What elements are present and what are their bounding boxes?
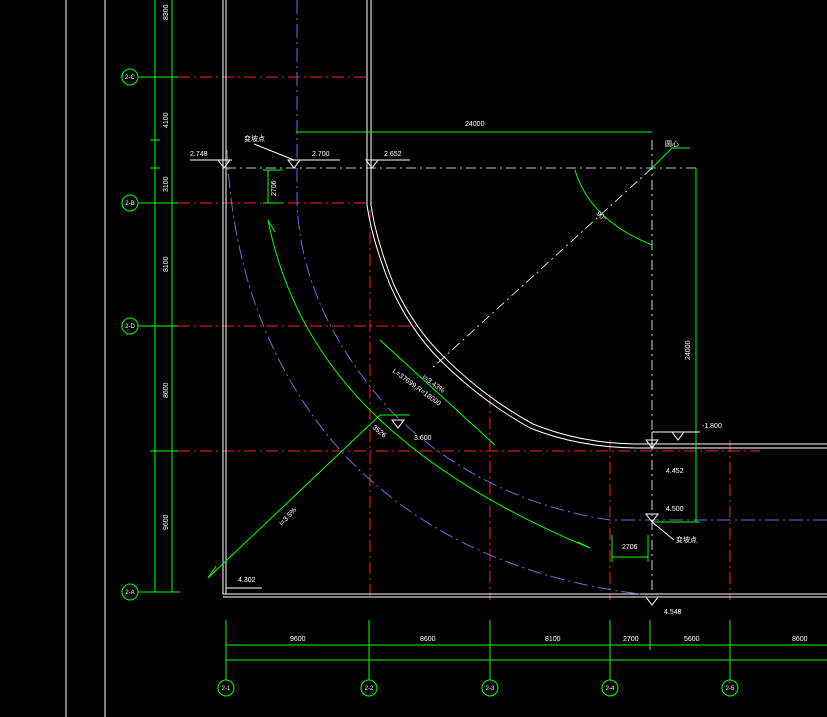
svg-text:2-5: 2-5 xyxy=(726,686,735,692)
axis-bubble-2-3: 2-3 xyxy=(481,679,499,697)
svg-text:2-B: 2-B xyxy=(125,201,134,207)
bottom-dimension-chain xyxy=(225,620,827,680)
svg-text:4100: 4100 xyxy=(163,112,170,128)
svg-text:8600: 8600 xyxy=(792,636,808,643)
svg-text:8100: 8100 xyxy=(163,256,170,272)
axis-bubble-2a: 2-A xyxy=(121,583,160,601)
svg-text:4.500: 4.500 xyxy=(666,506,684,513)
svg-text:2.748: 2.748 xyxy=(190,151,208,158)
svg-text:2-C: 2-C xyxy=(125,75,135,81)
svg-text:9600: 9600 xyxy=(163,514,170,530)
svg-text:2-A: 2-A xyxy=(125,590,134,596)
svg-text:24000: 24000 xyxy=(465,121,485,128)
axis-bubble-2-5: 2-5 xyxy=(721,679,739,697)
svg-text:90°: 90° xyxy=(595,210,608,223)
svg-text:变坡点: 变坡点 xyxy=(676,535,697,544)
svg-text:9600: 9600 xyxy=(290,636,306,643)
axis-bubble-2-4: 2-4 xyxy=(601,679,619,697)
axis-bubble-2-2: 2-2 xyxy=(360,679,378,697)
svg-text:3100: 3100 xyxy=(163,176,170,192)
svg-text:8600: 8600 xyxy=(420,636,436,643)
svg-text:2700: 2700 xyxy=(623,636,639,643)
svg-text:8100: 8100 xyxy=(545,636,561,643)
ramp-centerlines xyxy=(226,0,827,595)
axis-bubble-2c: 2-C xyxy=(121,68,160,86)
elevation-markers xyxy=(190,159,700,606)
axis-bubble-2d: 2-D xyxy=(121,317,160,335)
elevation-labels: 2.748 2.700 2.652 3.600 -1.800 4.452 4.5… xyxy=(190,151,722,616)
diagonal-slope-arrow xyxy=(207,339,496,579)
svg-text:4.302: 4.302 xyxy=(238,577,256,584)
svg-text:3.600: 3.600 xyxy=(414,435,432,442)
cad-drawing-canvas: 2-C 2-B 2-D 2-A 8300 4100 3100 8100 8600… xyxy=(65,0,827,717)
svg-text:8600: 8600 xyxy=(163,382,170,398)
drawing-border xyxy=(65,0,106,717)
ramp-outline xyxy=(222,0,827,598)
svg-text:2-4: 2-4 xyxy=(606,686,615,692)
left-dimension-chain xyxy=(150,0,180,593)
axis-bubble-2b: 2-B xyxy=(121,194,160,212)
axis-bubble-2-1: 2-1 xyxy=(217,679,235,697)
dimension-brackets xyxy=(263,169,649,562)
svg-text:2-1: 2-1 xyxy=(222,686,231,692)
svg-text:8300: 8300 xyxy=(163,4,170,20)
svg-text:24000: 24000 xyxy=(685,340,692,360)
svg-text:3526: 3526 xyxy=(371,424,388,439)
svg-text:2.700: 2.700 xyxy=(312,151,330,158)
svg-text:2706: 2706 xyxy=(622,544,638,551)
svg-text:i=3.5%: i=3.5% xyxy=(278,507,298,528)
svg-text:5600: 5600 xyxy=(684,636,700,643)
svg-text:2706: 2706 xyxy=(271,180,278,196)
svg-text:2.652: 2.652 xyxy=(384,151,402,158)
svg-text:2-3: 2-3 xyxy=(486,686,495,692)
svg-text:-1.800: -1.800 xyxy=(702,423,722,430)
svg-text:圆心: 圆心 xyxy=(665,140,679,148)
svg-text:4.452: 4.452 xyxy=(666,468,684,475)
svg-text:2-2: 2-2 xyxy=(365,686,374,692)
svg-text:4.548: 4.548 xyxy=(664,609,682,616)
svg-text:变坡点: 变坡点 xyxy=(244,134,265,143)
svg-text:2-D: 2-D xyxy=(125,324,135,330)
